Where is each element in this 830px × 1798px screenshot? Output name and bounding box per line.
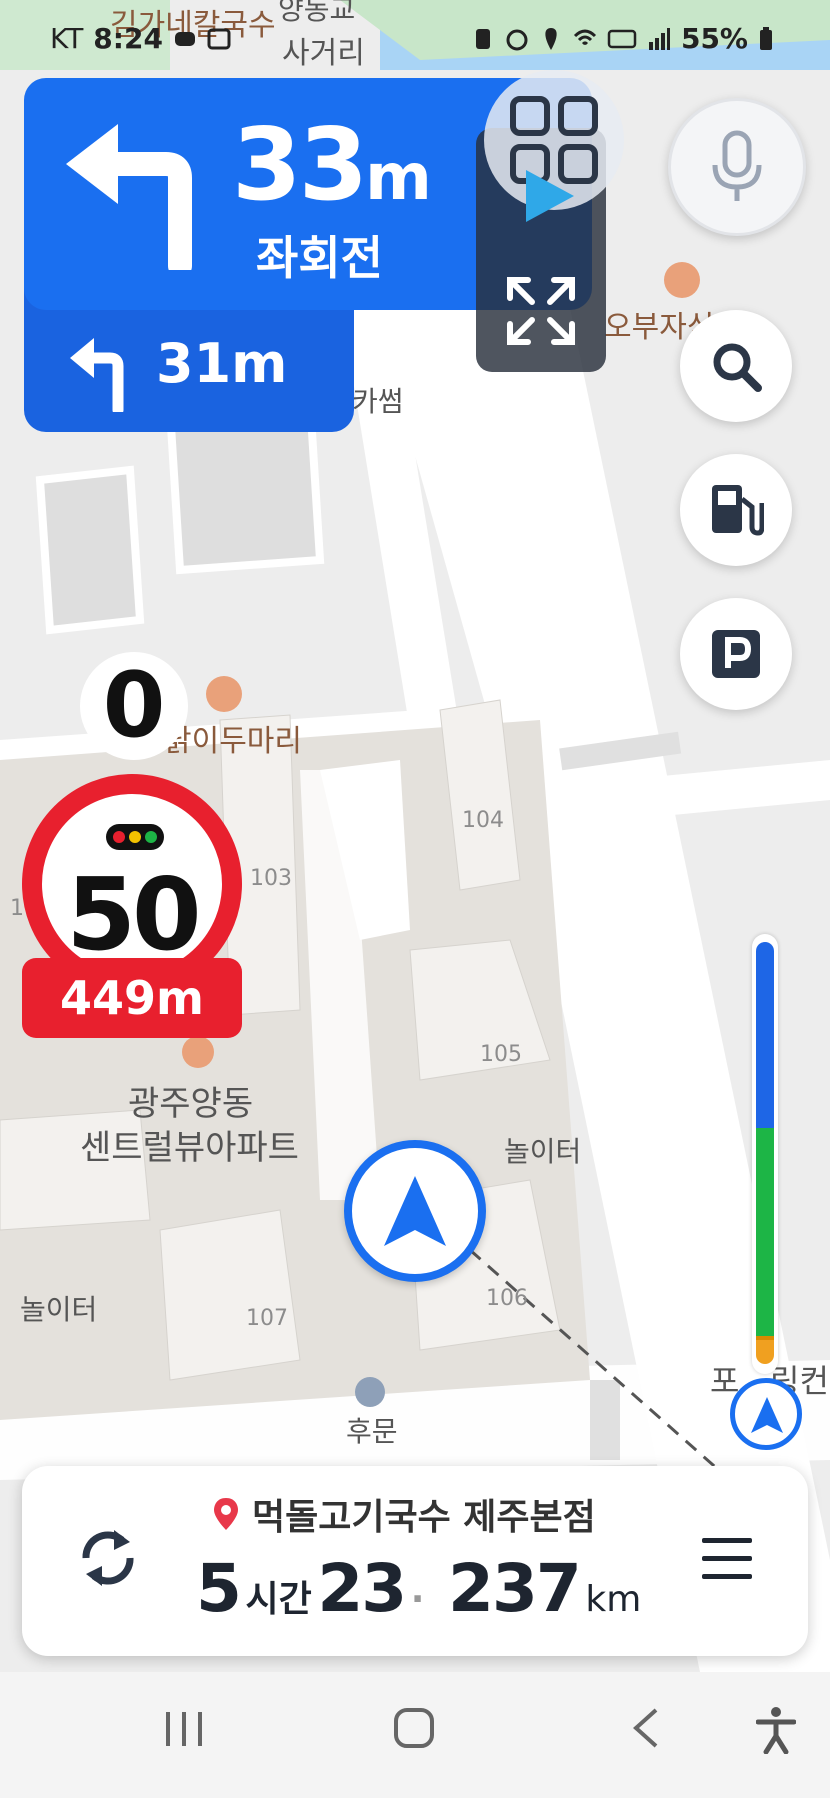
apartment-label-line2[interactable]: 센트럴뷰아파트: [80, 1120, 299, 1169]
remaining-hours: 5: [196, 1550, 242, 1627]
search-icon: [713, 343, 762, 392]
mic-icon: [712, 130, 762, 201]
route-progress-bar: [752, 934, 778, 1374]
location-icon: [545, 27, 557, 50]
playground-label-left: 놀이터: [20, 1293, 98, 1326]
turn-distance: 33: [232, 106, 368, 223]
building-label-104: 104: [462, 808, 504, 833]
back-icon[interactable]: [628, 1706, 664, 1750]
next-turn-left-arrow-icon: [70, 338, 124, 412]
battery-saver-icon: [475, 28, 490, 49]
carrier-label: KT: [50, 22, 84, 55]
system-navigation-bar: [0, 1672, 830, 1798]
poi-label-cafe[interactable]: 카썸: [352, 380, 404, 420]
wifi-icon: [573, 29, 597, 45]
route-summary-panel[interactable]: 먹돌고기국수 제주본점 5 시간 23 · 237 km: [22, 1466, 808, 1656]
battery-percent: 55%: [680, 22, 748, 55]
destination-name: 먹돌고기국수 제주본점: [252, 1497, 596, 1538]
turn-distance-unit: m: [365, 141, 432, 215]
destination-row: 먹돌고기국수 제주본점: [212, 1488, 596, 1540]
building-label-1: 1: [10, 896, 24, 921]
back-gate-label[interactable]: 후문: [346, 1410, 398, 1450]
remaining-distance-unit: km: [585, 1579, 642, 1620]
next-turn-distance: 31m: [156, 332, 288, 395]
route-segment-congested: [756, 942, 774, 1128]
progress-position-marker: [730, 1378, 802, 1450]
camera-distance: 449m: [22, 958, 242, 1038]
battery-icon: [760, 26, 772, 50]
clock: 8:24: [93, 22, 163, 55]
apartment-label-line1[interactable]: 광주양동: [128, 1076, 253, 1125]
building-label-106: 106: [486, 1286, 528, 1311]
image-notification-icon: [207, 28, 231, 49]
traffic-light-icon: [106, 824, 164, 850]
remaining-hours-unit: 시간: [245, 1579, 312, 1620]
search-button[interactable]: [680, 310, 792, 422]
current-speed: 0: [80, 652, 188, 760]
gas-station-button[interactable]: [680, 454, 792, 566]
parking-button[interactable]: [680, 598, 792, 710]
expand-icon[interactable]: [506, 276, 576, 346]
building-label-105: 105: [480, 1042, 522, 1067]
building-label-107: 107: [246, 1306, 288, 1331]
accessibility-icon[interactable]: [756, 1706, 796, 1754]
status-bar: KT 8:24 55%: [0, 0, 830, 80]
play-icon[interactable]: [522, 166, 578, 226]
navigation-arrow-small-icon: [751, 1397, 783, 1433]
menu-icon[interactable]: [702, 1538, 752, 1592]
navigation-arrow-icon: [384, 1176, 446, 1246]
remaining-minutes: 23: [317, 1550, 407, 1627]
gas-station-icon: [712, 485, 764, 536]
voice-button[interactable]: [668, 98, 806, 236]
reroute-icon[interactable]: [78, 1528, 138, 1588]
grid-icon: [510, 96, 550, 136]
recent-apps-icon[interactable]: [162, 1706, 206, 1750]
pin-icon: [214, 1498, 238, 1530]
remaining-distance: 237: [448, 1550, 582, 1627]
building-label-103: 103: [250, 866, 292, 891]
signal-icon: [648, 27, 670, 50]
playground-label-right: 놀이터: [504, 1135, 582, 1168]
car-notification-icon: [174, 31, 195, 46]
home-icon[interactable]: [392, 1706, 436, 1750]
route-segment-slow: [756, 1338, 774, 1364]
alarm-icon: [506, 29, 528, 50]
turn-left-arrow-icon: [66, 124, 192, 270]
route-segment-smooth: [756, 1128, 774, 1338]
current-location-marker: [344, 1140, 486, 1282]
turn-instruction: 좌회전: [256, 231, 383, 285]
speed-limit-value: 50: [66, 856, 201, 973]
hd-voice-icon: [607, 29, 637, 48]
eta-stats: 5 시간 23 · 237 km: [196, 1550, 642, 1627]
parking-icon: [712, 630, 760, 678]
